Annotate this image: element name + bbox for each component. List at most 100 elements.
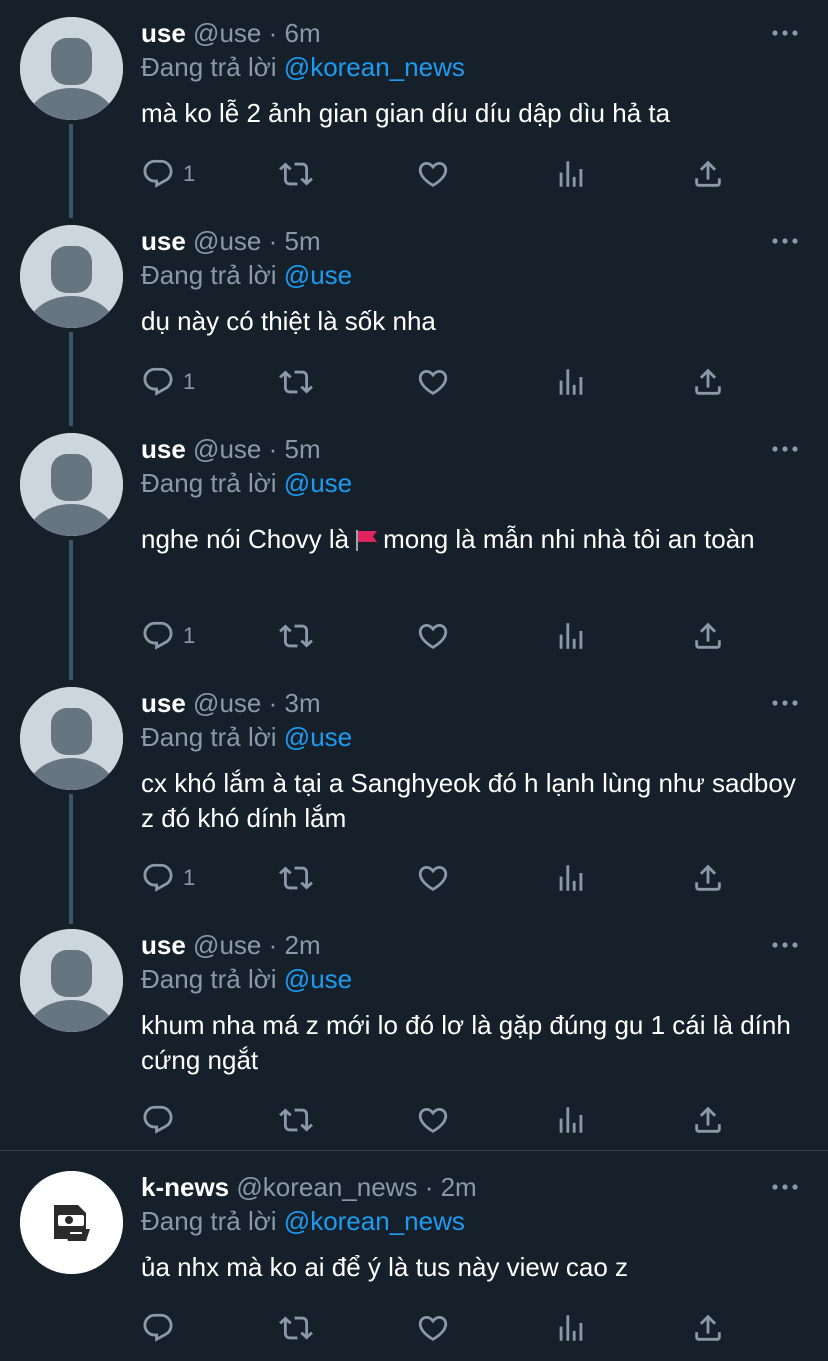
tweet-text-part: mong là mẫn nhi nhà tôi an toàn — [383, 524, 755, 554]
mention-link[interactable]: @korean_news — [284, 1206, 465, 1236]
views-button[interactable] — [554, 1311, 588, 1345]
tweet[interactable]: use @use · 3m Đang trả lời @use cx khó l… — [0, 670, 828, 911]
heart-icon — [416, 157, 450, 191]
user-handle[interactable]: @use — [193, 18, 261, 48]
retweet-button[interactable] — [278, 1103, 314, 1137]
retweet-button[interactable] — [278, 1311, 314, 1345]
timestamp[interactable]: · 3m — [269, 688, 321, 718]
tweet[interactable]: use @use · 2m Đang trả lời @use khum nha… — [0, 912, 828, 1153]
views-button[interactable] — [554, 1103, 588, 1137]
retweet-icon — [278, 1311, 314, 1345]
reply-button[interactable]: 1 — [141, 619, 195, 653]
display-name[interactable]: use — [141, 226, 186, 256]
timestamp[interactable]: · 5m — [269, 226, 321, 256]
like-button[interactable] — [416, 1311, 450, 1345]
tweet-header: use @use · 6m — [141, 16, 321, 50]
mention-link[interactable]: @korean_news — [284, 52, 465, 82]
like-button[interactable] — [416, 861, 450, 895]
tweet[interactable]: use @use · 5m Đang trả lời @use dụ này c… — [0, 208, 828, 415]
display-name[interactable]: use — [141, 930, 186, 960]
default-avatar-icon[interactable] — [20, 225, 123, 328]
default-avatar-icon[interactable] — [20, 929, 123, 1032]
reply-bubble-icon — [141, 619, 175, 653]
more-dots-icon[interactable] — [770, 1176, 800, 1198]
user-handle[interactable]: @korean_news — [236, 1172, 417, 1202]
default-avatar-icon[interactable] — [20, 687, 123, 790]
reply-button[interactable]: 1 — [141, 861, 195, 895]
like-button[interactable] — [416, 157, 450, 191]
tweet-header: use @use · 2m — [141, 928, 321, 962]
reply-bubble-icon — [141, 157, 175, 191]
heart-icon — [416, 861, 450, 895]
tweet[interactable]: use @use · 6m Đang trả lời @korean_news … — [0, 0, 828, 207]
user-handle[interactable]: @use — [193, 434, 261, 464]
retweet-icon — [278, 157, 314, 191]
reply-bubble-icon — [141, 1311, 175, 1345]
analytics-bars-icon — [554, 861, 588, 895]
default-avatar-icon[interactable] — [20, 17, 123, 120]
timestamp[interactable]: · 2m — [425, 1172, 477, 1202]
mention-link[interactable]: @use — [284, 964, 352, 994]
display-name[interactable]: use — [141, 434, 186, 464]
mention-link[interactable]: @use — [284, 260, 352, 290]
reply-button[interactable]: 1 — [141, 365, 195, 399]
retweet-button[interactable] — [278, 619, 314, 653]
mention-link[interactable]: @use — [284, 722, 352, 752]
share-button[interactable] — [691, 157, 725, 191]
share-button[interactable] — [691, 365, 725, 399]
user-handle[interactable]: @use — [193, 226, 261, 256]
share-button[interactable] — [691, 1311, 725, 1345]
tweet[interactable]: k-news @korean_news · 2m Đang trả lời @k… — [0, 1154, 828, 1361]
analytics-bars-icon — [554, 619, 588, 653]
replying-to-label: Đang trả lời — [141, 468, 277, 498]
reply-button[interactable] — [141, 1103, 183, 1137]
reply-button[interactable] — [141, 1311, 183, 1345]
user-handle[interactable]: @use — [193, 930, 261, 960]
display-name[interactable]: use — [141, 688, 186, 718]
more-dots-icon[interactable] — [770, 692, 800, 714]
share-button[interactable] — [691, 619, 725, 653]
more-dots-icon[interactable] — [770, 438, 800, 460]
k-news-logo-icon[interactable] — [20, 1171, 123, 1274]
red-flag-emoji — [356, 530, 378, 551]
timestamp[interactable]: · 6m — [269, 18, 321, 48]
retweet-button[interactable] — [278, 861, 314, 895]
like-button[interactable] — [416, 619, 450, 653]
replying-to: Đang trả lời @use — [141, 258, 352, 292]
views-button[interactable] — [554, 619, 588, 653]
replying-to-label: Đang trả lời — [141, 964, 277, 994]
retweet-icon — [278, 861, 314, 895]
replying-to-label: Đang trả lời — [141, 722, 277, 752]
share-button[interactable] — [691, 1103, 725, 1137]
tweet-text: ủa nhx mà ko ai để ý là tus này view cao… — [141, 1252, 629, 1282]
tweet-header: use @use · 5m — [141, 224, 321, 258]
more-dots-icon[interactable] — [770, 230, 800, 252]
timestamp[interactable]: · 2m — [269, 930, 321, 960]
more-dots-icon[interactable] — [770, 934, 800, 956]
thread-divider — [0, 1150, 828, 1151]
like-button[interactable] — [416, 365, 450, 399]
reply-button[interactable]: 1 — [141, 157, 195, 191]
views-button[interactable] — [554, 157, 588, 191]
share-button[interactable] — [691, 861, 725, 895]
like-button[interactable] — [416, 1103, 450, 1137]
replying-to: Đang trả lời @korean_news — [141, 50, 465, 84]
retweet-button[interactable] — [278, 157, 314, 191]
display-name[interactable]: k-news — [141, 1172, 229, 1202]
share-upload-icon — [691, 619, 725, 653]
views-button[interactable] — [554, 365, 588, 399]
replying-to: Đang trả lời @use — [141, 962, 352, 996]
retweet-button[interactable] — [278, 365, 314, 399]
default-avatar-icon[interactable] — [20, 433, 123, 536]
retweet-icon — [278, 1103, 314, 1137]
timestamp[interactable]: · 5m — [269, 434, 321, 464]
mention-link[interactable]: @use — [284, 468, 352, 498]
replying-to-label: Đang trả lời — [141, 260, 277, 290]
reply-bubble-icon — [141, 861, 175, 895]
user-handle[interactable]: @use — [193, 688, 261, 718]
display-name[interactable]: use — [141, 18, 186, 48]
views-button[interactable] — [554, 861, 588, 895]
replying-to-label: Đang trả lời — [141, 52, 277, 82]
tweet[interactable]: use @use · 5m Đang trả lời @use nghe nói… — [0, 416, 828, 669]
more-dots-icon[interactable] — [770, 22, 800, 44]
